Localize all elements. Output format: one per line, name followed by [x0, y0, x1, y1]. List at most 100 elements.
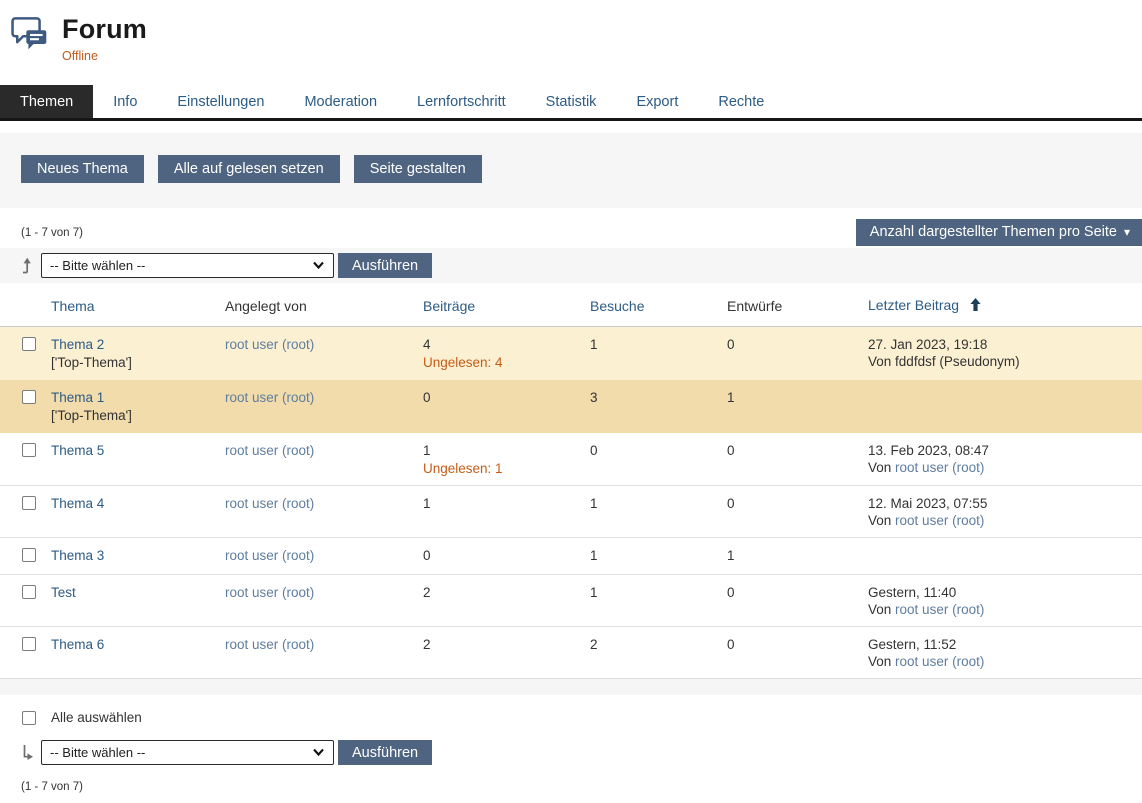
last-post-von: Von: [868, 654, 891, 669]
creator-link[interactable]: root user (root): [225, 496, 314, 511]
last-post-author-link[interactable]: root user (root): [895, 654, 984, 669]
last-post-author-link[interactable]: root user (root): [895, 602, 984, 617]
new-topic-button[interactable]: Neues Thema: [21, 155, 144, 183]
row-checkbox[interactable]: [22, 337, 36, 351]
mark-all-read-button[interactable]: Alle auf gelesen setzen: [158, 155, 340, 183]
toolbar: Neues Thema Alle auf gelesen setzen Seit…: [0, 133, 1142, 208]
table-row: Test root user (root) 2 1 0 Gestern, 11:…: [0, 575, 1142, 627]
posts-count: 1: [423, 442, 590, 459]
row-checkbox[interactable]: [22, 637, 36, 651]
last-post-date: 27. Jan 2023, 19:18: [868, 336, 1142, 353]
topic-link[interactable]: Thema 3: [51, 548, 104, 563]
table-row: Thema 3 root user (root) 0 1 1: [0, 538, 1142, 575]
last-post-date: 13. Feb 2023, 08:47: [868, 442, 1142, 459]
tab-moderation[interactable]: Moderation: [284, 85, 397, 118]
tab-themen[interactable]: Themen: [0, 85, 93, 118]
row-checkbox[interactable]: [22, 548, 36, 562]
posts-count: 4: [423, 336, 590, 353]
sort-by-posts-link[interactable]: Beiträge: [423, 298, 475, 314]
row-checkbox[interactable]: [22, 390, 36, 404]
visits-count: 2: [590, 637, 598, 652]
topic-link[interactable]: Thema 6: [51, 637, 104, 652]
unread-link[interactable]: Ungelesen: 1: [423, 460, 503, 477]
topic-subtitle: ['Top-Thema']: [51, 354, 225, 371]
last-post-author: fddfdsf (Pseudonym): [895, 354, 1020, 369]
table-row: Thema 4 root user (root) 1 1 0 12. Mai 2…: [0, 486, 1142, 538]
tab-statistik[interactable]: Statistik: [526, 85, 617, 118]
tab-export[interactable]: Export: [616, 85, 698, 118]
topic-link[interactable]: Thema 2: [51, 337, 104, 352]
creator-link[interactable]: root user (root): [225, 548, 314, 563]
topic-link[interactable]: Thema 1: [51, 390, 104, 405]
row-checkbox[interactable]: [22, 496, 36, 510]
creator-link[interactable]: root user (root): [225, 390, 314, 405]
arrow-down-right-icon: [21, 744, 35, 761]
unread-link[interactable]: Ungelesen: 4: [423, 354, 503, 371]
bulk-action-select-top[interactable]: -- Bitte wählen --: [41, 253, 334, 278]
creator-link[interactable]: root user (root): [225, 637, 314, 652]
last-post-von: Von: [868, 354, 891, 369]
row-checkbox[interactable]: [22, 585, 36, 599]
execute-button-bottom[interactable]: Ausführen: [338, 740, 432, 765]
chevron-down-icon: [312, 258, 325, 273]
visits-count: 1: [590, 585, 598, 600]
posts-count: 2: [423, 637, 431, 652]
visits-count: 1: [590, 496, 598, 511]
creator-link[interactable]: root user (root): [225, 585, 314, 600]
design-page-button[interactable]: Seite gestalten: [354, 155, 482, 183]
header-checkbox-cell: [0, 283, 51, 327]
header-drafts-label: Entwürfe: [727, 298, 782, 314]
posts-count: 0: [423, 548, 431, 563]
visits-count: 1: [590, 337, 598, 352]
header-creator-label: Angelegt von: [225, 298, 307, 314]
table-header-row: Thema Angelegt von Beiträge Besuche Entw…: [0, 283, 1142, 327]
tab-einstellungen[interactable]: Einstellungen: [157, 85, 284, 118]
arrow-up-icon: [21, 257, 35, 274]
per-page-dropdown-button[interactable]: Anzahl dargestellter Themen pro Seite▾: [856, 219, 1142, 246]
visits-count: 1: [590, 548, 598, 563]
last-post-von: Von: [868, 513, 891, 528]
pagination-top: (1 - 7 von 7): [21, 227, 83, 239]
sort-by-topic-link[interactable]: Thema: [51, 298, 95, 314]
drafts-count: 0: [727, 337, 735, 352]
sort-by-visits-link[interactable]: Besuche: [590, 298, 644, 314]
topic-link[interactable]: Thema 5: [51, 443, 104, 458]
drafts-count: 0: [727, 637, 735, 652]
drafts-count: 1: [727, 548, 735, 563]
list-meta-row: (1 - 7 von 7) Anzahl dargestellter Theme…: [0, 219, 1142, 246]
posts-count: 2: [423, 585, 431, 600]
topic-subtitle: ['Top-Thema']: [51, 407, 225, 424]
topics-table: Thema Angelegt von Beiträge Besuche Entw…: [0, 283, 1142, 679]
last-post-author-link[interactable]: root user (root): [895, 513, 984, 528]
topic-link[interactable]: Test: [51, 585, 76, 600]
tab-info[interactable]: Info: [93, 85, 157, 118]
row-checkbox[interactable]: [22, 443, 36, 457]
bulk-select-bottom-value: -- Bitte wählen --: [50, 745, 145, 760]
creator-link[interactable]: root user (root): [225, 337, 314, 352]
execute-button-top[interactable]: Ausführen: [338, 253, 432, 278]
drafts-count: 0: [727, 585, 735, 600]
drafts-count: 0: [727, 496, 735, 511]
creator-link[interactable]: root user (root): [225, 443, 314, 458]
tab-rechte[interactable]: Rechte: [698, 85, 784, 118]
sort-by-last-post-link[interactable]: Letzter Beitrag: [868, 297, 959, 313]
select-all-row: Alle auswählen: [0, 710, 1142, 725]
tab-lernfortschritt[interactable]: Lernfortschritt: [397, 85, 526, 118]
drafts-count: 0: [727, 443, 735, 458]
page-header: Forum Offline: [0, 0, 1142, 65]
offline-status-link[interactable]: Offline: [62, 49, 98, 63]
last-post-author-link[interactable]: root user (root): [895, 460, 984, 475]
chevron-down-icon: [312, 745, 325, 760]
table-footer-strip: [0, 679, 1142, 695]
table-row: Thema 5 root user (root) 1 Ungelesen: 1 …: [0, 433, 1142, 486]
table-row: Thema 1 ['Top-Thema'] root user (root) 0…: [0, 380, 1142, 433]
bulk-action-row-bottom: -- Bitte wählen -- Ausführen: [0, 735, 1142, 770]
forum-chat-icon: [10, 15, 50, 55]
drafts-count: 1: [727, 390, 735, 405]
select-all-label[interactable]: Alle auswählen: [51, 710, 142, 725]
select-all-checkbox[interactable]: [22, 711, 36, 725]
last-post-date: 12. Mai 2023, 07:55: [868, 495, 1142, 512]
topic-link[interactable]: Thema 4: [51, 496, 104, 511]
bulk-action-select-bottom[interactable]: -- Bitte wählen --: [41, 740, 334, 765]
per-page-label: Anzahl dargestellter Themen pro Seite: [870, 224, 1117, 240]
